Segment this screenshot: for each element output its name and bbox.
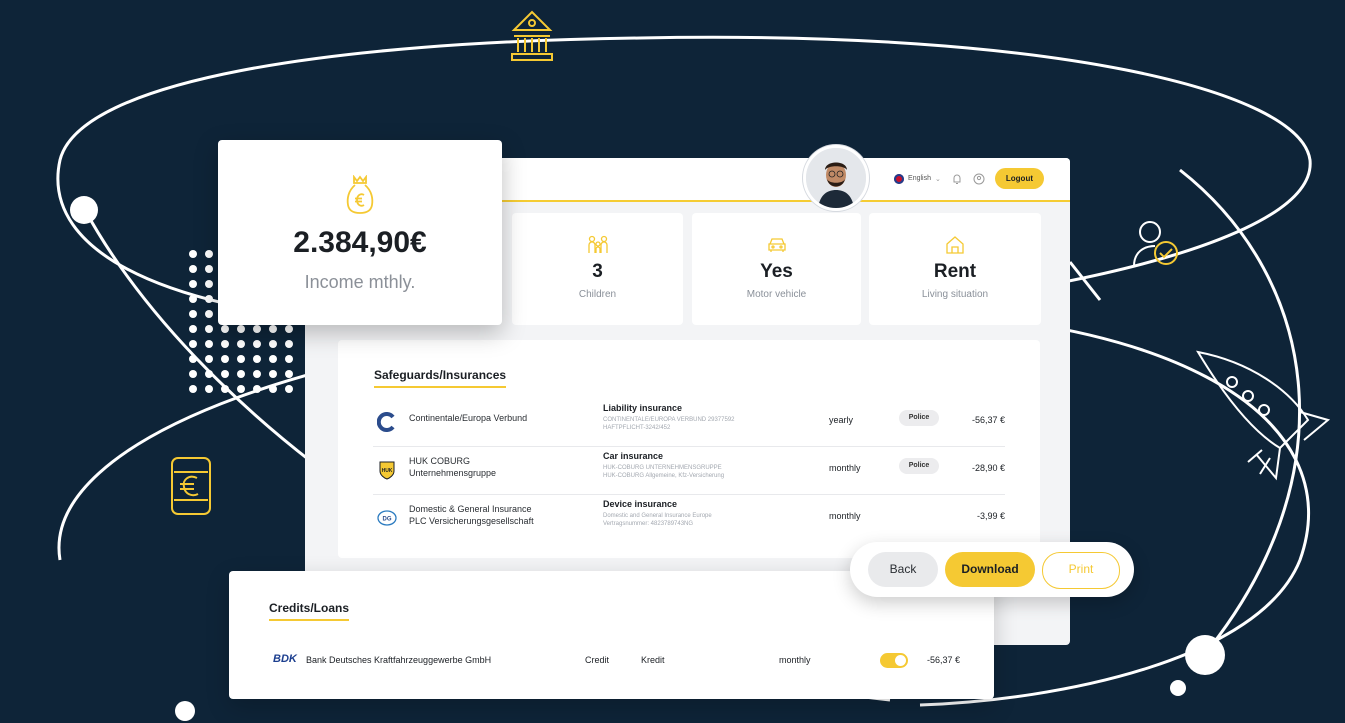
svg-text:DG: DG — [383, 517, 392, 523]
stat-value: Yes — [760, 261, 793, 282]
stat-value: Rent — [933, 261, 977, 282]
bell-icon[interactable] — [951, 173, 963, 185]
credit-amount: -56,37 € — [927, 655, 961, 665]
credit-category: Credit — [585, 655, 610, 665]
user-circle-icon[interactable] — [973, 173, 985, 185]
income-card: 2.384,90€ Income mthly. — [218, 140, 502, 325]
language-label: English — [908, 175, 932, 182]
svg-text:HUK: HUK — [382, 468, 393, 474]
insurance-type: Device insurance — [603, 499, 678, 509]
family-icon — [587, 235, 608, 253]
topbar-controls: English ⌄ Logout — [894, 168, 1044, 189]
person-portrait — [806, 148, 866, 208]
print-button[interactable]: Print — [1042, 552, 1120, 589]
insurance-frequency: monthly — [829, 463, 861, 473]
house-icon — [946, 236, 964, 254]
bdk-logo: BDK — [273, 653, 297, 665]
chevron-down-icon: ⌄ — [935, 175, 941, 183]
insurance-detail: Domestic and General Insurance Europe Ver… — [603, 513, 712, 527]
income-amount: 2.384,90€ — [293, 226, 427, 259]
insurance-company: HUK COBURG Unternehmensgruppe — [409, 456, 497, 478]
stat-value: 3 — [592, 261, 603, 282]
insurance-type: Liability insurance — [603, 403, 683, 413]
bank-icon — [511, 10, 553, 61]
money-bag-euro-icon — [346, 175, 374, 214]
car-icon — [767, 238, 786, 252]
credit-bank: Bank Deutsches Kraftfahrzeuggewerbe GmbH — [306, 655, 492, 665]
orbit-dot-bottom — [175, 701, 195, 721]
income-label: Income mthly. — [304, 272, 416, 292]
language-selector[interactable]: English ⌄ — [894, 173, 941, 184]
insurance-frequency: monthly — [829, 511, 861, 521]
credit-type: Kredit — [641, 655, 665, 665]
toggle-knob — [895, 655, 906, 666]
continentale-logo-icon — [377, 412, 395, 432]
stat-card-living: Rent Living situation — [869, 213, 1041, 325]
action-bar: Back Download Print — [850, 542, 1134, 597]
section-title: Credits/Loans — [269, 601, 350, 621]
logout-button[interactable]: Logout — [994, 168, 1044, 189]
section-title: Safeguards/Insurances — [374, 368, 507, 388]
flag-icon — [894, 173, 905, 184]
stat-label: Living situation — [921, 289, 989, 300]
insurance-panel: Safeguards/Insurances Continentale/Europ… — [338, 340, 1040, 558]
dg-logo-icon: DG — [377, 510, 397, 526]
insurance-row[interactable]: Continentale/Europa Verbund Liability in… — [373, 398, 1005, 447]
police-badge[interactable]: Police — [899, 458, 939, 474]
insurance-detail: CONTINENTALE/EUROPA VERBUND 29377592 HAFT… — [603, 417, 735, 431]
police-badge[interactable]: Police — [899, 410, 939, 426]
stat-card-children: 3 Children — [512, 213, 683, 325]
phone-euro-icon — [171, 457, 211, 515]
insurance-row[interactable]: DG Domestic & General Insurance PLC Versi… — [373, 494, 1005, 542]
avatar[interactable] — [803, 145, 869, 211]
rocket-icon — [1195, 350, 1331, 481]
insurance-amount: -28,90 € — [971, 463, 1005, 473]
stat-label: Children — [578, 289, 617, 300]
insurance-row[interactable]: HUK HUK COBURG Unternehmensgruppe Car ins… — [373, 446, 1005, 495]
credit-toggle[interactable] — [880, 653, 908, 668]
orbit-dot-small — [1170, 680, 1186, 696]
credit-frequency: monthly — [779, 655, 811, 665]
insurance-amount: -56,37 € — [971, 415, 1005, 425]
stat-label: Motor vehicle — [746, 289, 807, 300]
insurance-amount: -3,99 € — [976, 511, 1005, 521]
insurance-frequency: yearly — [829, 415, 854, 425]
huk-coburg-logo-icon: HUK — [379, 461, 395, 480]
orbit-dot-left — [70, 196, 98, 224]
insurance-company: Continentale/Europa Verbund — [409, 413, 528, 423]
insurance-detail: HUK-COBURG UNTERNEHMENSGRUPPE HUK-COBURG … — [603, 465, 725, 479]
back-button[interactable]: Back — [868, 552, 938, 587]
insurance-company: Domestic & General Insurance PLC Versiche… — [409, 504, 534, 526]
download-button[interactable]: Download — [945, 552, 1035, 587]
orbit-sweep-right — [1179, 168, 1301, 661]
orbit-dot-right — [1185, 635, 1225, 675]
insurance-type: Car insurance — [603, 451, 664, 461]
stat-card-vehicle: Yes Motor vehicle — [692, 213, 861, 325]
